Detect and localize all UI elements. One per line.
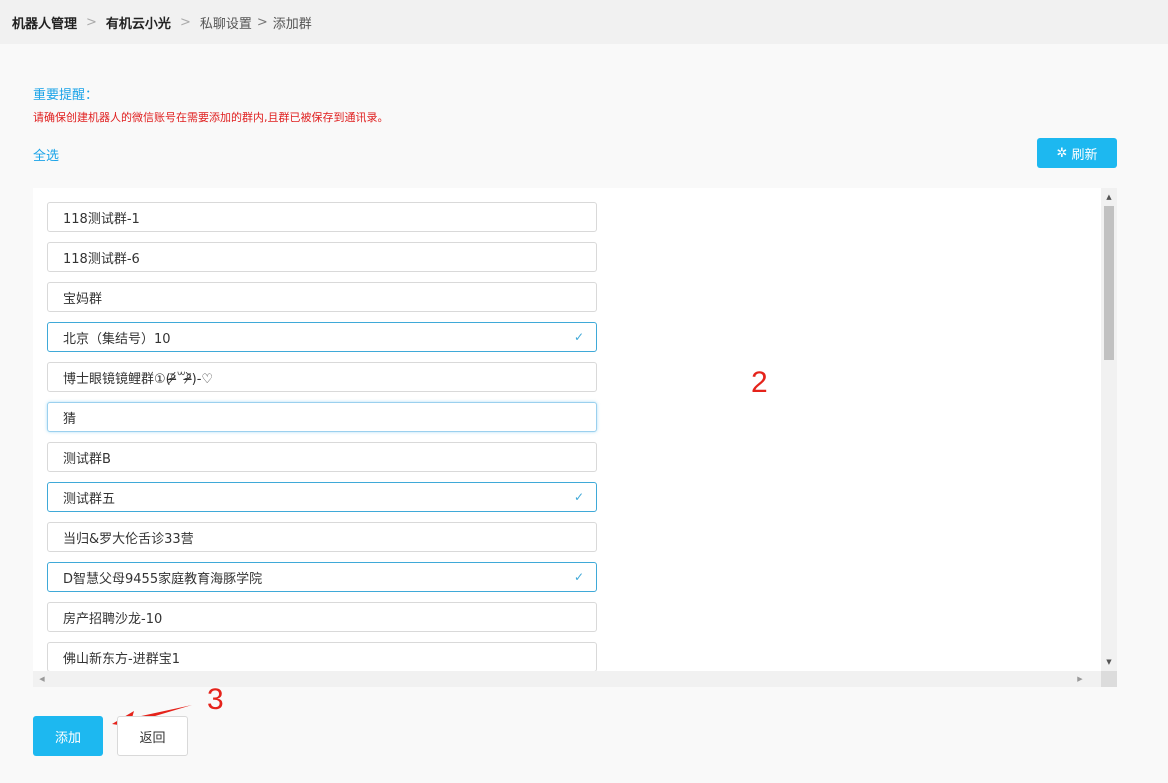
group-list-item[interactable]: 博士眼镜镜鲤群①(ᵒ̴̶̷᷄꒳ᵒ̴̶̷᷅)-♡ [47, 362, 597, 392]
group-list-item[interactable]: 测试群B [47, 442, 597, 472]
group-list-item[interactable]: 当归&罗大伦舌诊33营 [47, 522, 597, 552]
group-name: 118测试群-6 [63, 251, 140, 267]
group-name: 宝妈群 [63, 291, 103, 307]
breadcrumb-item-add-group: 添加群 [272, 16, 312, 32]
group-name: 北京（集结号）10 [63, 331, 171, 347]
refresh-icon: ✲ [1056, 145, 1068, 161]
group-list-item[interactable]: 宝妈群 [47, 282, 597, 312]
group-name: D智慧父母9455家庭教育海豚学院 [63, 571, 263, 587]
breadcrumb-separator: > [86, 14, 97, 30]
refresh-button-label: 刷新 [1071, 147, 1098, 163]
breadcrumb-item-private-chat-settings[interactable]: 私聊设置 [200, 13, 252, 32]
scroll-down-arrow-icon[interactable]: ▼ [1101, 655, 1117, 669]
group-list-item[interactable]: D智慧父母9455家庭教育海豚学院 ✓ [47, 562, 597, 592]
scrollbar-corner [1101, 671, 1117, 687]
group-list-item[interactable]: 房产招聘沙龙-10 [47, 602, 597, 632]
group-list-item[interactable]: 猜 [47, 402, 597, 432]
add-button[interactable]: 添加 [33, 716, 103, 756]
breadcrumb-item-robot-management[interactable]: 机器人管理 [12, 13, 77, 32]
annotation-number-3: 3 [207, 683, 224, 716]
group-name: 118测试群-1 [63, 211, 140, 227]
checkmark-icon: ✓ [573, 490, 584, 504]
scrollbar-thumb[interactable] [1104, 206, 1114, 360]
checkmark-icon: ✓ [573, 330, 584, 344]
annotation-number-2: 2 [751, 366, 768, 399]
vertical-scrollbar[interactable]: ▲ ▼ [1101, 188, 1117, 671]
group-list-panel: 118测试群-1 118测试群-6 宝妈群北京（集结号）10 ✓ 博士眼镜镜鲤群①(ᵒ̴… [33, 188, 1117, 687]
group-name: 当归&罗大伦舌诊33营 [63, 531, 194, 547]
group-list-item[interactable]: 北京（集结号）10 ✓ [47, 322, 597, 352]
checkmark-icon: ✓ [573, 570, 584, 584]
group-name: 博士眼镜镜鲤群①(ᵒ̴̶̷᷄꒳ᵒ̴̶̷᷅)-♡ [63, 371, 214, 387]
group-name: 房产招聘沙龙-10 [63, 611, 163, 627]
scroll-up-arrow-icon[interactable]: ▲ [1101, 190, 1117, 204]
breadcrumb-separator: > [256, 14, 268, 30]
group-name: 测试群五 [63, 491, 116, 507]
horizontal-scrollbar[interactable]: ◀ ▶ [33, 671, 1101, 687]
group-list-item[interactable]: 测试群五 ✓ [47, 482, 597, 512]
back-button[interactable]: 返回 [117, 716, 188, 756]
scroll-right-arrow-icon[interactable]: ▶ [1073, 671, 1087, 687]
notice-title: 重要提醒： [33, 88, 99, 103]
select-all-link[interactable]: 全选 [33, 145, 59, 164]
group-name: 佛山新东方-进群宝1 [63, 651, 180, 667]
notice-text: 请确保创建机器人的微信账号在需要添加的群内,且群已被保存到通讯录。 [33, 111, 389, 124]
group-list-item[interactable]: 佛山新东方-进群宝1 [47, 642, 597, 672]
breadcrumb-item-robot-name[interactable]: 有机云小光 [106, 13, 171, 32]
refresh-button[interactable]: ✲ 刷新 [1037, 138, 1117, 168]
group-name: 测试群B [63, 451, 111, 467]
group-list-item[interactable]: 118测试群-1 [47, 202, 597, 232]
breadcrumb-separator: > [179, 14, 191, 30]
group-list-item[interactable]: 118测试群-6 [47, 242, 597, 272]
breadcrumb: 机器人管理 > 有机云小光 > 私聊设置 > 添加群 [0, 0, 1168, 44]
group-name: 猜 [63, 411, 77, 427]
group-list: 118测试群-1 118测试群-6 宝妈群北京（集结号）10 ✓ 博士眼镜镜鲤群①(ᵒ̴… [47, 202, 597, 682]
scroll-left-arrow-icon[interactable]: ◀ [35, 671, 49, 687]
